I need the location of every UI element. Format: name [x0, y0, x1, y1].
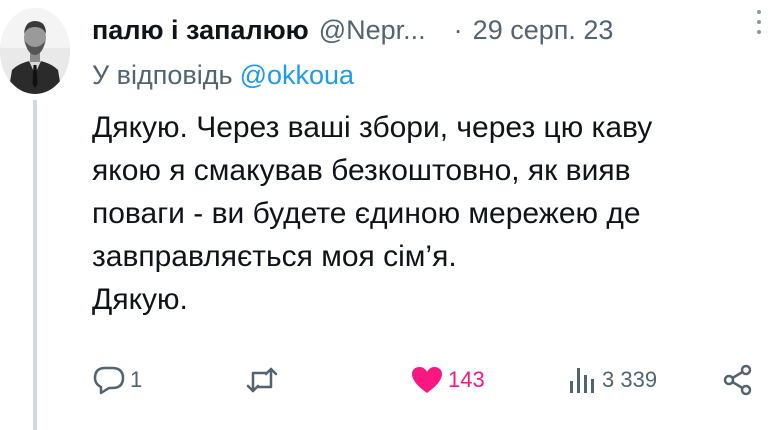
share-button[interactable] — [722, 360, 754, 400]
reply-count: 1 — [130, 367, 143, 392]
tweet-text-line: Дякую. Через ваші збори, через цю каву — [92, 111, 653, 144]
action-bar: 1 143 3 339 — [92, 360, 768, 400]
tweet-text-line: завправляється моя сім’я. — [92, 240, 457, 273]
heart-icon — [412, 367, 442, 393]
tweet-text-line: якою я смакував безкоштовно, як вияв — [92, 154, 631, 187]
tweet-text-line: поваги - ви будете єдиною мережею де — [92, 197, 641, 230]
tweet-date[interactable]: 29 серп. 23 — [473, 10, 614, 50]
like-button[interactable]: 143 — [410, 360, 485, 400]
author-display-name[interactable]: палю і запалюю — [92, 10, 309, 50]
author-handle[interactable]: @Nepr... — [319, 10, 426, 50]
share-icon — [723, 364, 752, 396]
tweet-body: Дякую. Через ваші збори, через цю каву я… — [92, 106, 768, 321]
tweet-header: палю і запалюю @Nepr... · 29 серп. 23 — [92, 10, 768, 50]
views-count: 3 339 — [602, 367, 658, 392]
reply-icon — [93, 366, 125, 395]
views-icon — [570, 368, 594, 393]
reply-prefix: У відповідь — [92, 60, 233, 90]
thread-connector-line — [33, 100, 37, 430]
more-options-icon[interactable] — [754, 10, 764, 34]
like-count: 143 — [448, 367, 485, 392]
header-separator: · — [453, 15, 463, 45]
views-button[interactable]: 3 339 — [568, 360, 657, 400]
tweet-text-line: Дякую. — [92, 283, 188, 316]
reply-button[interactable]: 1 — [92, 360, 142, 400]
repost-icon — [246, 367, 278, 393]
avatar-image — [0, 8, 70, 94]
reply-mention-link[interactable]: @okkoua — [240, 60, 354, 90]
repost-button[interactable] — [244, 360, 284, 400]
avatar[interactable] — [0, 8, 70, 94]
reply-context: У відповідь @okkoua — [92, 55, 354, 95]
